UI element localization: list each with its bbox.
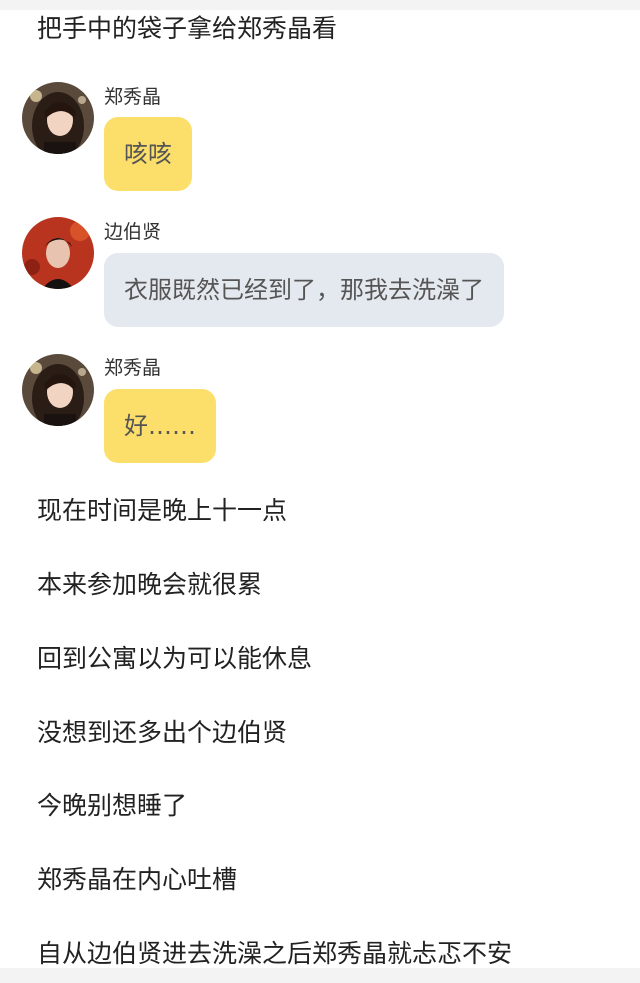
message-bubble: 好…… [104, 389, 216, 463]
top-divider [0, 0, 640, 10]
narration-line: 把手中的袋子拿给郑秀晶看 [37, 14, 338, 43]
message-speaker: 边伯贤 [104, 221, 162, 243]
avatar-krystal[interactable] [22, 82, 94, 154]
message-speaker: 郑秀晶 [104, 86, 162, 108]
narration-line: 自从边伯贤进去洗澡之后郑秀晶就忐忑不安 [37, 939, 513, 968]
bottom-divider [0, 968, 640, 983]
narration-line: 回到公寓以为可以能休息 [37, 644, 313, 673]
narration-line: 本来参加晚会就很累 [37, 570, 263, 599]
message-text: 衣服既然已经到了，那我去洗澡了 [124, 276, 484, 304]
narration-line: 郑秀晶在内心吐槽 [37, 865, 238, 894]
avatar-baekhyun[interactable] [22, 217, 94, 289]
message-text: 好…… [124, 412, 196, 440]
narration-line: 现在时间是晚上十一点 [37, 496, 288, 525]
message-bubble: 咳咳 [104, 117, 192, 191]
avatar-krystal[interactable] [22, 354, 94, 426]
message-bubble: 衣服既然已经到了，那我去洗澡了 [104, 253, 504, 327]
message-speaker: 郑秀晶 [104, 357, 162, 379]
message-text: 咳咳 [124, 140, 172, 168]
narration-line: 今晚别想睡了 [37, 791, 188, 820]
narration-line: 没想到还多出个边伯贤 [37, 718, 288, 747]
chat-story-page: 把手中的袋子拿给郑秀晶看 郑秀晶 咳咳 边伯贤 衣服既然已经到了，那我去洗澡了 [0, 0, 640, 983]
